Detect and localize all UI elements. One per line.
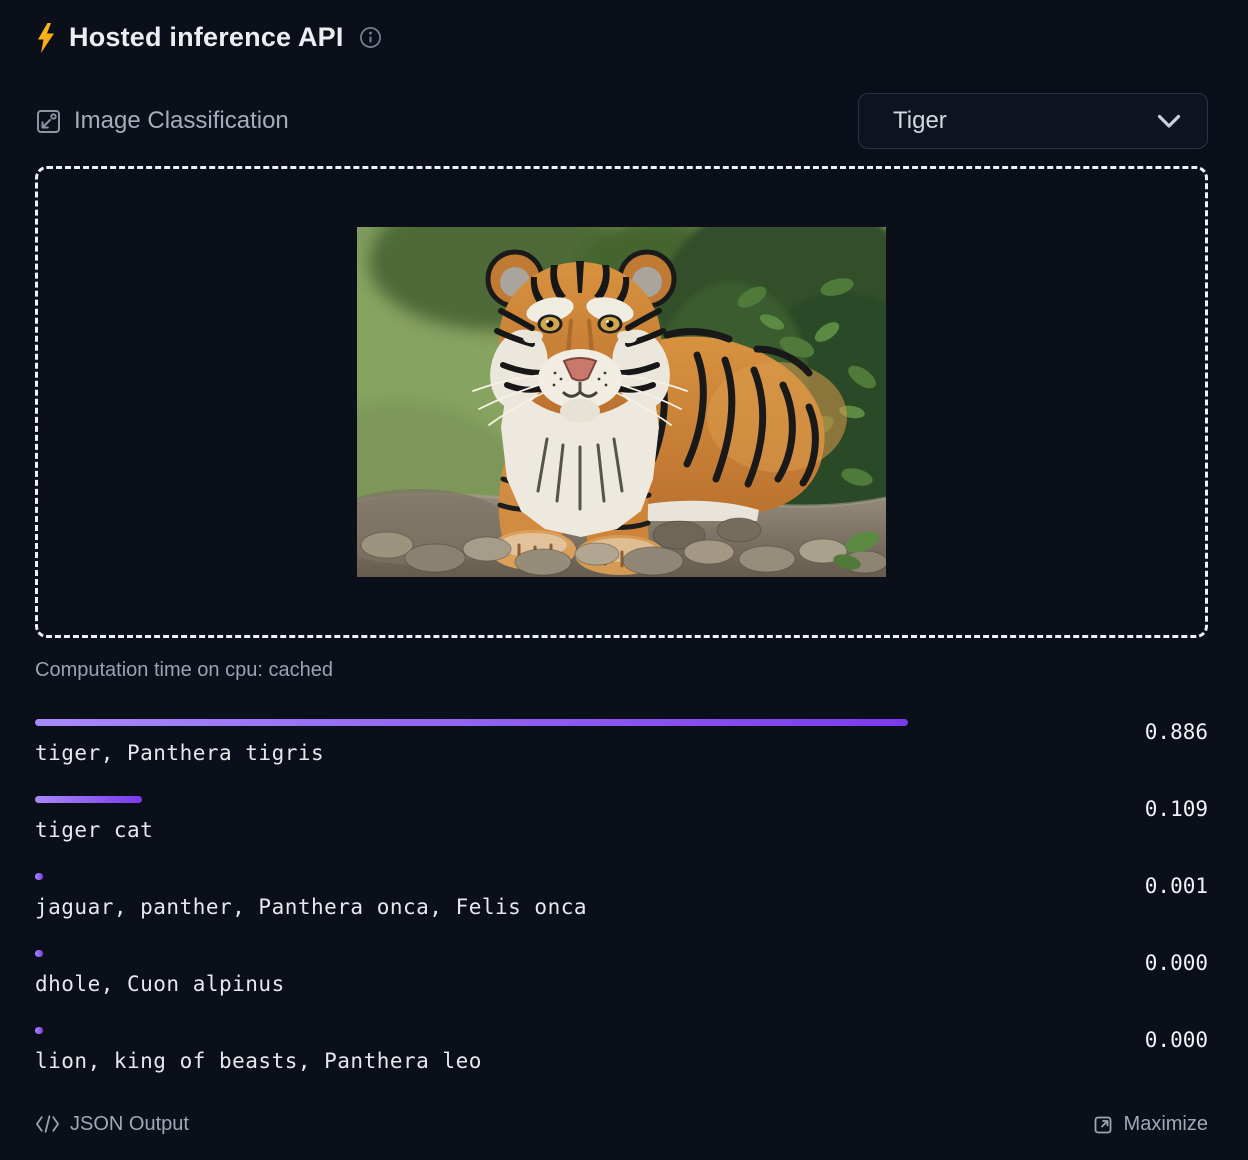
- maximize-label: Maximize: [1124, 1113, 1208, 1136]
- image-classification-icon: [35, 108, 62, 135]
- example-select-value: Tiger: [893, 107, 947, 135]
- chevron-down-icon: [1157, 114, 1181, 129]
- widget-header: Hosted inference API: [35, 22, 1208, 53]
- page-title: Hosted inference API: [69, 22, 344, 53]
- maximize-icon: [1092, 1114, 1114, 1136]
- result-row[interactable]: dhole, Cuon alpinus0.000: [35, 950, 1208, 996]
- computation-time: Computation time on cpu: cached: [35, 659, 1208, 682]
- result-row[interactable]: lion, king of beasts, Panthera leo0.000: [35, 1027, 1208, 1073]
- class-label: tiger, Panthera tigris: [35, 741, 1208, 765]
- score-bar: [35, 719, 908, 726]
- class-score: 0.000: [1145, 951, 1208, 975]
- image-drop-zone[interactable]: [35, 166, 1208, 638]
- widget-footer: JSON Output Maximize: [35, 1113, 1208, 1136]
- class-label: jaguar, panther, Panthera onca, Felis on…: [35, 895, 1208, 919]
- task-label: Image Classification: [74, 107, 289, 135]
- task-heading: Image Classification: [35, 107, 289, 135]
- result-row[interactable]: jaguar, panther, Panthera onca, Felis on…: [35, 873, 1208, 919]
- lightning-bolt-icon: [35, 23, 56, 53]
- score-bar: [35, 1027, 43, 1034]
- score-bar: [35, 796, 142, 803]
- class-score: 0.886: [1145, 720, 1208, 744]
- result-row[interactable]: tiger cat0.109: [35, 796, 1208, 842]
- json-output-button[interactable]: JSON Output: [35, 1113, 189, 1136]
- score-bar: [35, 950, 43, 957]
- task-row: Image Classification Tiger: [35, 93, 1208, 149]
- tiger-photo: [357, 227, 886, 577]
- code-icon: [35, 1115, 60, 1135]
- hosted-inference-widget: Hosted inference API Image Classificatio…: [0, 0, 1248, 1160]
- class-score: 0.001: [1145, 874, 1208, 898]
- class-score: 0.000: [1145, 1028, 1208, 1052]
- class-label: tiger cat: [35, 818, 1208, 842]
- result-row[interactable]: tiger, Panthera tigris0.886: [35, 719, 1208, 765]
- example-select[interactable]: Tiger: [858, 93, 1208, 149]
- class-score: 0.109: [1145, 797, 1208, 821]
- score-bar: [35, 873, 43, 880]
- class-label: dhole, Cuon alpinus: [35, 972, 1208, 996]
- classification-results: tiger, Panthera tigris0.886 tiger cat0.10…: [35, 719, 1208, 1104]
- maximize-button[interactable]: Maximize: [1092, 1113, 1208, 1136]
- json-output-label: JSON Output: [70, 1113, 189, 1136]
- class-label: lion, king of beasts, Panthera leo: [35, 1049, 1208, 1073]
- info-icon[interactable]: [359, 26, 382, 49]
